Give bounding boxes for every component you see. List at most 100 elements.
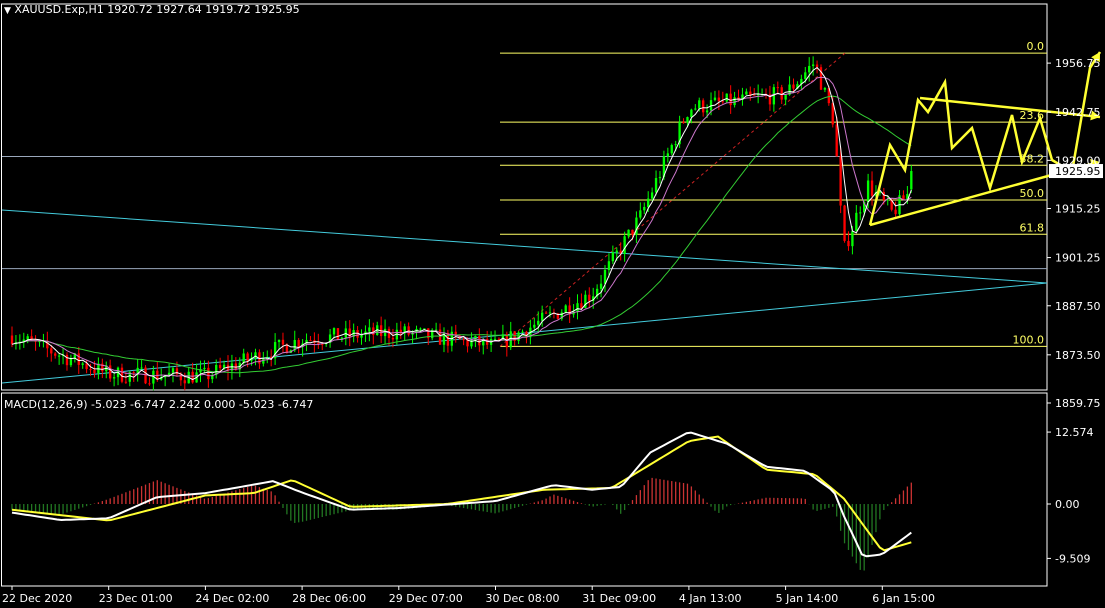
candle-body — [540, 312, 544, 321]
candle-body — [309, 340, 312, 342]
candle-body — [733, 97, 736, 106]
candle-body — [521, 331, 524, 333]
candle-body — [493, 338, 497, 340]
candle-body — [776, 87, 779, 89]
candle-body — [544, 312, 548, 314]
moving-average-fast — [11, 66, 912, 381]
ascending-trendline — [1, 282, 1048, 384]
candle-body — [729, 93, 732, 106]
candle-body — [607, 261, 611, 270]
time-tick-label: 28 Dec 06:00 — [292, 592, 366, 605]
candle-body — [140, 367, 143, 369]
candle-body — [666, 153, 670, 157]
candle-body — [89, 369, 92, 371]
fib-level-label: 0.0 — [1027, 40, 1045, 53]
candle-body — [674, 144, 677, 146]
candle-body — [851, 231, 854, 247]
candle-body — [533, 324, 536, 328]
fib-level-label: 100.0 — [1013, 333, 1045, 346]
time-tick-label: 29 Dec 07:00 — [389, 592, 463, 605]
candle-body — [847, 240, 850, 247]
candle-body — [148, 383, 151, 385]
time-tick-label: 30 Dec 08:00 — [486, 592, 560, 605]
candle-body — [705, 110, 709, 113]
candle-body — [179, 374, 183, 381]
candle-body — [866, 180, 870, 203]
candle-body — [870, 180, 874, 196]
price-chart[interactable]: 0.023.638.250.061.8100.01956.751942.7519… — [0, 0, 1105, 608]
time-tick-label: 6 Jan 15:00 — [872, 592, 935, 605]
candle-body — [120, 367, 124, 382]
candle-body — [647, 198, 650, 207]
candle-body — [564, 305, 567, 313]
candle-body — [749, 91, 752, 95]
time-tick-label: 31 Dec 09:00 — [582, 592, 656, 605]
candle-body — [643, 206, 646, 211]
macd-pane-frame — [1, 392, 1048, 587]
candle-body — [784, 94, 787, 100]
candle-body — [576, 303, 579, 312]
candle-body — [112, 377, 116, 379]
candle-body — [686, 117, 689, 123]
candle-body — [109, 365, 112, 379]
candle-body — [835, 124, 838, 157]
candle-body — [745, 91, 748, 95]
candle-body — [580, 303, 583, 308]
candle-body — [753, 94, 756, 96]
price-tick-label: 1859.75 — [1055, 397, 1101, 410]
candle-body — [509, 331, 512, 348]
candle-body — [855, 212, 858, 232]
candle-body — [50, 348, 53, 354]
price-tick-label: 1942.75 — [1055, 106, 1101, 119]
candle-body — [654, 178, 658, 193]
price-tick-label: 1956.75 — [1055, 57, 1101, 70]
candle-body — [623, 236, 626, 254]
candle-body — [171, 368, 175, 373]
candle-body — [548, 312, 552, 314]
candle-body — [297, 340, 300, 347]
candle-body — [136, 367, 139, 373]
candle-body — [627, 229, 630, 237]
descending-trendline — [1, 209, 1048, 284]
time-tick-label: 23 Dec 01:00 — [99, 592, 173, 605]
candle-body — [815, 64, 819, 68]
candle-body — [537, 320, 540, 325]
macd-tick-label: 12.574 — [1055, 426, 1094, 439]
time-tick-label: 5 Jan 14:00 — [776, 592, 839, 605]
time-tick-label: 24 Dec 02:00 — [195, 592, 269, 605]
macd-signal-line — [11, 435, 912, 552]
candle-body — [10, 335, 14, 345]
candle-body — [391, 337, 395, 340]
fib-level-label: 61.8 — [1020, 221, 1045, 234]
candle-body — [407, 326, 410, 335]
candle-body — [698, 100, 701, 109]
candles — [10, 56, 913, 391]
macd-main-line — [11, 431, 912, 558]
candle-body — [894, 209, 897, 215]
candle-body — [462, 339, 465, 341]
candle-body — [808, 65, 811, 73]
fib-level-label: 50.0 — [1020, 187, 1045, 200]
candle-body — [124, 381, 128, 383]
candle-body — [144, 367, 147, 384]
current-price-label: 1925.95 — [1055, 165, 1101, 178]
candle-body — [419, 328, 422, 330]
candle-body — [639, 210, 642, 218]
time-tick-label: 22 Dec 2020 — [2, 592, 72, 605]
candle-body — [780, 87, 783, 100]
candle-body — [332, 328, 336, 335]
candle-body — [811, 64, 815, 66]
macd-histogram — [11, 477, 912, 571]
candle-body — [191, 371, 194, 383]
candle-body — [615, 250, 618, 253]
candle-body — [843, 205, 846, 241]
price-tick-label: 1873.50 — [1055, 349, 1101, 362]
candle-body — [69, 358, 73, 366]
candle-body — [650, 192, 654, 199]
candle-body — [26, 336, 29, 340]
candle-body — [631, 229, 634, 235]
candle-body — [218, 364, 222, 369]
candle-body — [701, 100, 705, 113]
candle-body — [65, 354, 69, 366]
candle-body — [242, 353, 245, 363]
